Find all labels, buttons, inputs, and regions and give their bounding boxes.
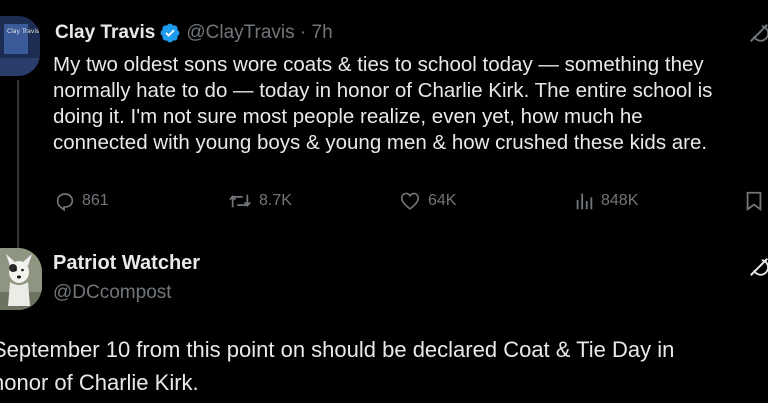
tweet1-text: My two oldest sons wore coats & ties to … (53, 52, 768, 156)
avatar-sign-text: Clay Travis (7, 28, 40, 35)
reply-count: 861 (82, 192, 109, 209)
author-name[interactable]: Clay Travis (55, 22, 155, 44)
tweet1-text-line: normally hate to do — today in honor of … (53, 79, 713, 102)
tweet1-text-line: connected with young boys & young men & … (53, 131, 708, 154)
author-handle[interactable]: @DCcompost (53, 282, 172, 304)
grok-icon[interactable] (748, 256, 768, 278)
avatar-clay-travis[interactable]: Clay Travis (0, 16, 40, 76)
reply-icon (56, 193, 74, 212)
repost-button[interactable]: 8.7K (227, 188, 292, 214)
author-name[interactable]: Patriot Watcher (53, 252, 200, 275)
author-handle-time[interactable]: @ClayTravis · 7h (186, 22, 332, 44)
tweet2-text-line: September 10 from this point on should b… (0, 337, 675, 362)
repost-icon (229, 194, 251, 208)
like-button[interactable]: 64K (398, 188, 456, 214)
like-icon (400, 192, 420, 210)
tweet2-text: September 10 from this point on should b… (0, 333, 768, 399)
avatar-ground (0, 58, 40, 76)
tweet1-actions: 861 8.7K 64K 848K (0, 188, 768, 214)
dog-avatar-icon (0, 248, 42, 310)
tweet2-text-line: honor of Charlie Kirk. (0, 370, 199, 395)
repost-count: 8.7K (259, 192, 292, 209)
tweet1-text-line: My two oldest sons wore coats & ties to … (53, 53, 704, 76)
like-count: 64K (428, 192, 457, 209)
verified-badge-icon[interactable] (159, 22, 181, 44)
tweet1-text-line: doing it. I'm not sure most people reali… (53, 105, 643, 128)
reply-button[interactable]: 861 (54, 188, 109, 214)
views-button[interactable]: 848K (573, 188, 638, 214)
tweet1-header: Clay Travis @ClayTravis · 7h (55, 20, 333, 46)
views-icon (576, 193, 593, 210)
avatar-patriot-watcher[interactable] (0, 248, 42, 310)
bookmark-button[interactable] (744, 188, 764, 214)
thread-line (17, 80, 19, 248)
views-count: 848K (601, 192, 639, 209)
bookmark-icon (746, 191, 762, 212)
grok-icon[interactable] (748, 22, 768, 44)
